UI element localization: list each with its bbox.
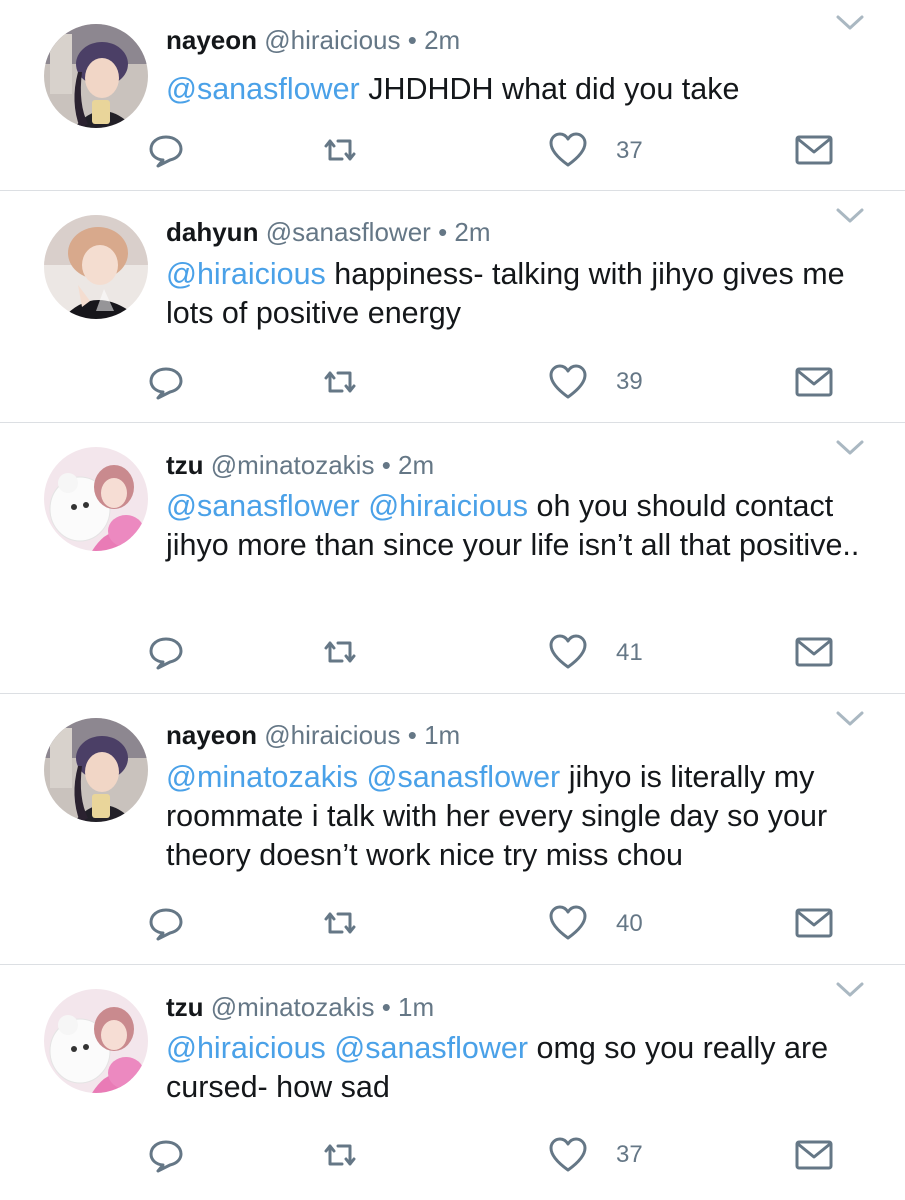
separator-dot: • [407, 720, 417, 750]
message-button[interactable] [794, 130, 834, 170]
timestamp[interactable]: 1m [398, 992, 434, 1022]
mention-link[interactable]: @sanasflower [366, 760, 560, 794]
like-button[interactable] [548, 130, 588, 170]
tweet-text: @sanasflower JHDHDH what did you take [166, 70, 876, 109]
tweet[interactable]: tzu @minatozakis • 2m @sanasflower @hira… [0, 423, 905, 694]
tweet-header: tzu @minatozakis • 2m [166, 449, 434, 481]
reply-icon [149, 1140, 183, 1173]
reply-button[interactable] [146, 362, 186, 402]
tweet-header: nayeon @hiraicious • 1m [166, 719, 460, 751]
like-button[interactable] [548, 1135, 588, 1175]
avatar[interactable] [44, 215, 148, 319]
reply-icon [149, 908, 183, 941]
reply-button[interactable] [146, 130, 186, 170]
chevron-down-icon[interactable] [834, 12, 866, 34]
retweet-button[interactable] [320, 130, 360, 170]
tweet-text: @minatozakis @sanasflower jihyo is liter… [166, 758, 876, 875]
user-handle[interactable]: @minatozakis [211, 450, 375, 480]
envelope-icon [795, 135, 833, 165]
reply-icon [149, 637, 183, 670]
chevron-down-icon[interactable] [834, 205, 866, 227]
like-count: 41 [616, 639, 643, 666]
tweet[interactable]: dahyun @sanasflower • 2m @hiraicious hap… [0, 191, 905, 423]
like-count: 37 [616, 1141, 643, 1168]
retweet-button[interactable] [320, 1135, 360, 1175]
display-name[interactable]: tzu [166, 450, 204, 480]
chevron-down-icon[interactable] [834, 708, 866, 730]
user-handle[interactable]: @hiraicious [264, 25, 400, 55]
timestamp[interactable]: 2m [454, 217, 490, 247]
envelope-icon [795, 637, 833, 667]
like-count: 40 [616, 910, 643, 937]
tweet[interactable]: nayeon @hiraicious • 2m @sanasflower JHD… [0, 0, 905, 191]
mention-link[interactable]: @hiraicious [166, 1031, 326, 1065]
envelope-icon [795, 367, 833, 397]
like-button[interactable] [548, 362, 588, 402]
message-button[interactable] [794, 1135, 834, 1175]
tweet-text: @sanasflower @hiraicious oh you should c… [166, 487, 876, 565]
retweet-button[interactable] [320, 362, 360, 402]
retweet-icon [324, 139, 356, 161]
timestamp[interactable]: 2m [398, 450, 434, 480]
like-button[interactable] [548, 632, 588, 672]
user-handle[interactable]: @sanasflower [266, 217, 431, 247]
mention-link[interactable]: @sanasflower [166, 72, 360, 106]
avatar[interactable] [44, 718, 148, 822]
like-button[interactable] [548, 903, 588, 943]
like-count: 39 [616, 368, 643, 395]
mention-link[interactable]: @sanasflower [166, 489, 360, 523]
retweet-button[interactable] [320, 632, 360, 672]
tweet[interactable]: nayeon @hiraicious • 1m @minatozakis @sa… [0, 694, 905, 965]
heart-icon [549, 132, 587, 167]
like-count: 37 [616, 137, 643, 164]
retweet-icon [324, 1144, 356, 1166]
message-button[interactable] [794, 362, 834, 402]
message-button[interactable] [794, 903, 834, 943]
reply-button[interactable] [146, 1135, 186, 1175]
retweet-icon [324, 371, 356, 393]
mention-link[interactable]: @sanasflower [334, 1031, 528, 1065]
reply-button[interactable] [146, 903, 186, 943]
avatar[interactable] [44, 24, 148, 128]
envelope-icon [795, 908, 833, 938]
retweet-icon [324, 912, 356, 934]
heart-icon [549, 905, 587, 940]
chevron-down-icon[interactable] [834, 437, 866, 459]
avatar[interactable] [44, 989, 148, 1093]
mention-link[interactable]: @hiraicious [166, 257, 326, 291]
user-handle[interactable]: @minatozakis [211, 992, 375, 1022]
heart-icon [549, 634, 587, 669]
tweet-header: tzu @minatozakis • 1m [166, 991, 434, 1023]
display-name[interactable]: nayeon [166, 720, 257, 750]
timestamp[interactable]: 1m [424, 720, 460, 750]
display-name[interactable]: dahyun [166, 217, 258, 247]
display-name[interactable]: nayeon [166, 25, 257, 55]
timestamp[interactable]: 2m [424, 25, 460, 55]
mention-link[interactable]: @hiraicious [368, 489, 528, 523]
tweet-header: nayeon @hiraicious • 2m [166, 24, 460, 56]
tweet[interactable]: tzu @minatozakis • 1m @hiraicious @sanas… [0, 965, 905, 1200]
separator-dot: • [381, 450, 391, 480]
mention-link[interactable]: @minatozakis [166, 760, 358, 794]
heart-icon [549, 1137, 587, 1172]
retweet-icon [324, 641, 356, 663]
tweet-body: JHDHDH what did you take [368, 72, 740, 106]
envelope-icon [795, 1140, 833, 1170]
message-button[interactable] [794, 632, 834, 672]
user-handle[interactable]: @hiraicious [264, 720, 400, 750]
separator-dot: • [407, 25, 417, 55]
tweet-header: dahyun @sanasflower • 2m [166, 216, 491, 248]
retweet-button[interactable] [320, 903, 360, 943]
reply-icon [149, 135, 183, 168]
tweet-text: @hiraicious @sanasflower omg so you real… [166, 1029, 876, 1107]
reply-icon [149, 367, 183, 400]
separator-dot: • [438, 217, 448, 247]
display-name[interactable]: tzu [166, 992, 204, 1022]
separator-dot: • [381, 992, 391, 1022]
avatar[interactable] [44, 447, 148, 551]
chevron-down-icon[interactable] [834, 979, 866, 1001]
heart-icon [549, 364, 587, 399]
reply-button[interactable] [146, 632, 186, 672]
tweet-text: @hiraicious happiness- talking with jihy… [166, 255, 876, 333]
